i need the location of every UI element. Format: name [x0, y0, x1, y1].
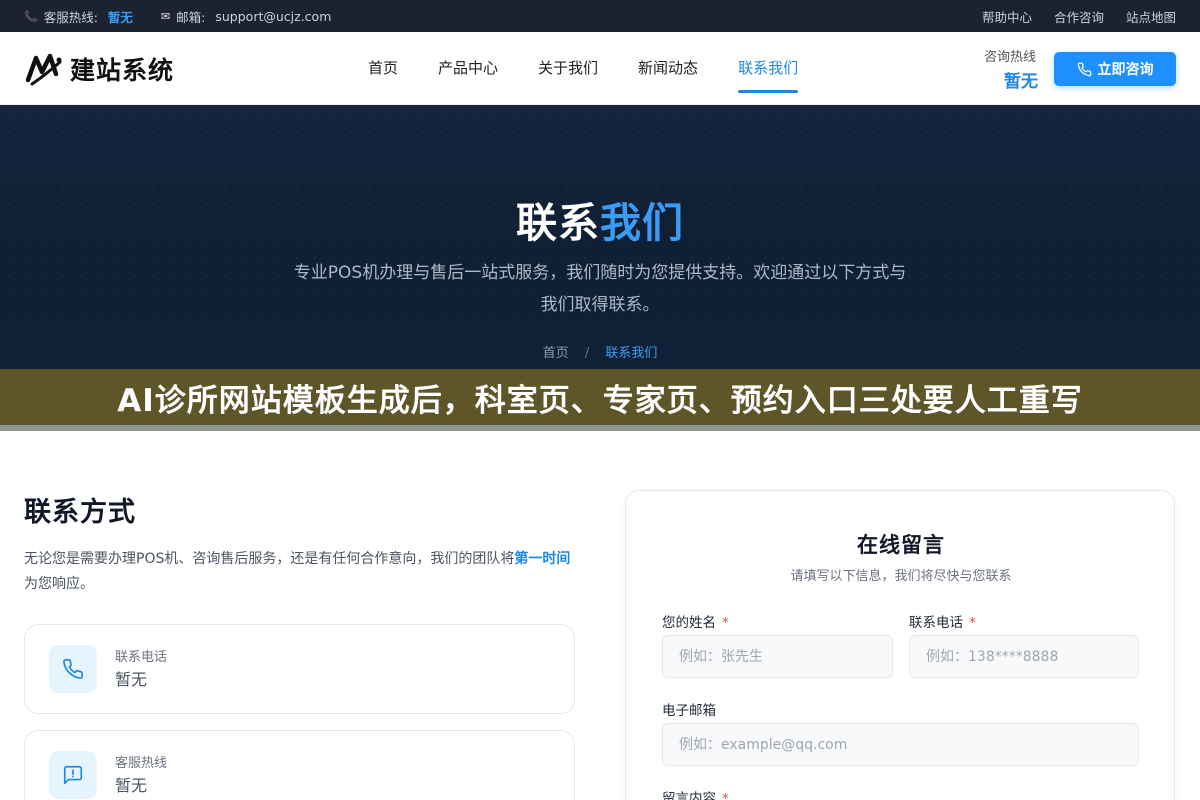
- hotline-value: 暂无: [107, 9, 133, 25]
- topbar-links: 帮助中心 合作咨询 站点地图: [982, 0, 1176, 32]
- name-label-text: 您的姓名: [662, 615, 716, 631]
- phone-input[interactable]: [909, 635, 1139, 678]
- hero-section: 联系我们 专业POS机办理与售后一站式服务，我们随时为您提供支持。欢迎通过以下方…: [0, 105, 1200, 369]
- name-label: 您的姓名 *: [662, 611, 729, 631]
- consult-label: 咨询热线: [984, 50, 1037, 65]
- required-mark: *: [969, 615, 976, 631]
- topbar-link-cooperation[interactable]: 合作咨询: [1054, 7, 1104, 26]
- name-input[interactable]: [662, 635, 893, 678]
- contact-card-phone: 联系电话 暂无: [24, 624, 575, 714]
- form-title: 在线留言: [857, 533, 945, 557]
- contact-section-desc: 无论您是需要办理POS机、咨询售后服务，还是有任何合作意向，我们的团队将第一时间…: [24, 547, 575, 597]
- consult-hotline: 咨询热线 暂无: [984, 46, 1038, 92]
- hotline-label: 客服热线:: [43, 9, 98, 25]
- breadcrumb-separator: /: [584, 346, 590, 361]
- logo-text: 建站系统: [70, 56, 175, 85]
- site-logo[interactable]: 建站系统: [24, 50, 174, 88]
- breadcrumb-current: 联系我们: [605, 346, 658, 361]
- phone-icon: [1077, 62, 1091, 76]
- caption-banner: AI诊所网站模板生成后，科室页、专家页、预约入口三处要人工重写: [0, 369, 1200, 425]
- nav-item-home[interactable]: 首页: [368, 32, 398, 105]
- main-nav: 首页 产品中心 关于我们 新闻动态 联系我们: [368, 32, 799, 105]
- topbar-link-help[interactable]: 帮助中心: [982, 7, 1032, 26]
- desc-text-end: 为您响应。: [24, 576, 94, 592]
- contact-section-title: 联系方式: [24, 497, 136, 528]
- topbar-link-sitemap[interactable]: 站点地图: [1126, 7, 1176, 26]
- site-header: 建站系统 首页 产品中心 关于我们 新闻动态 联系我们 咨询热线 暂无 立即咨询: [0, 32, 1200, 105]
- message-label: 留言内容 *: [662, 787, 729, 800]
- consult-now-button[interactable]: 立即咨询: [1054, 52, 1176, 86]
- contact-info-section: 联系方式 无论您是需要办理POS机、咨询售后服务，还是有任何合作意向，我们的团队…: [24, 490, 575, 800]
- cta-label: 立即咨询: [1097, 62, 1154, 78]
- hero-title: 联系我们: [0, 189, 1200, 249]
- desc-text: 无论您是需要办理POS机、咨询售后服务，还是有任何合作意向，我们的团队将: [24, 551, 515, 567]
- hero-title-main: 联系: [516, 199, 600, 247]
- form-subtitle: 请填写以下信息，我们将尽快与您联系: [790, 569, 1012, 584]
- nav-item-contact[interactable]: 联系我们: [738, 32, 799, 105]
- contact-card-label: 客服热线: [115, 756, 168, 771]
- breadcrumb: 首页 / 联系我们: [0, 342, 1200, 361]
- phone-label-text: 联系电话: [909, 615, 963, 631]
- required-mark: *: [722, 615, 729, 631]
- logo-mark-icon: [25, 53, 62, 86]
- contact-card-hotline: 客服热线 暂无: [24, 730, 575, 800]
- contact-card-value: 暂无: [115, 670, 148, 689]
- nav-item-news[interactable]: 新闻动态: [638, 32, 698, 105]
- required-mark: *: [722, 791, 729, 800]
- message-icon: [49, 751, 97, 799]
- email-label: 电子邮箱: [662, 703, 716, 719]
- contact-card-label: 联系电话: [115, 650, 168, 665]
- nav-item-about[interactable]: 关于我们: [538, 32, 598, 105]
- topbar-contact: 📞 客服热线: 暂无 ✉ 邮箱: support@ucjz.com: [24, 0, 331, 32]
- phone-icon: [49, 645, 97, 693]
- hero-subtitle: 专业POS机办理与售后一站式服务，我们随时为您提供支持。欢迎通过以下方式与我们取…: [293, 263, 907, 315]
- hero-title-accent: 我们: [600, 199, 684, 247]
- mail-icon: ✉: [160, 9, 171, 23]
- top-bar: 📞 客服热线: 暂无 ✉ 邮箱: support@ucjz.com 帮助中心 合…: [0, 0, 1200, 32]
- caption-text: AI诊所网站模板生成后，科室页、专家页、预约入口三处要人工重写: [117, 382, 1083, 419]
- nav-item-products[interactable]: 产品中心: [438, 32, 498, 105]
- phone-icon: 📞: [24, 9, 38, 23]
- banner-divider: [0, 425, 1200, 431]
- phone-label: 联系电话 *: [909, 611, 976, 631]
- email-value[interactable]: support@ucjz.com: [215, 9, 331, 24]
- message-label-text: 留言内容: [662, 791, 716, 800]
- consult-value: 暂无: [1004, 72, 1038, 92]
- desc-highlight: 第一时间: [514, 551, 571, 567]
- email-label: 邮箱:: [176, 9, 206, 25]
- message-form: 在线留言 请填写以下信息，我们将尽快与您联系 您的姓名* 联系电话* 电子邮箱 …: [625, 490, 1175, 800]
- breadcrumb-home[interactable]: 首页: [543, 346, 569, 361]
- contact-card-value: 暂无: [115, 776, 148, 795]
- email-input[interactable]: [662, 723, 1139, 766]
